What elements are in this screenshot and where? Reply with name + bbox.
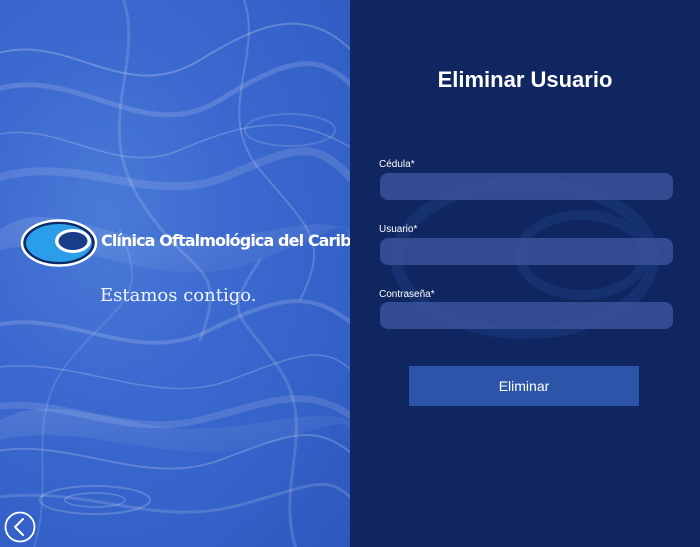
brand-panel: Clínica Oftalmológica del Caribe Estamos…	[0, 0, 350, 547]
usuario-label: Usuario*	[379, 224, 418, 235]
page-title: Eliminar Usuario	[437, 67, 613, 92]
chevron-left-circle-icon[interactable]	[4, 511, 36, 543]
cedula-input[interactable]	[380, 173, 673, 200]
marble-background	[0, 0, 350, 547]
brand-tagline: Estamos contigo.	[100, 285, 257, 306]
form-panel: Eliminar Usuario Cédula* Usuario* Contra…	[350, 0, 700, 547]
password-input[interactable]	[380, 302, 673, 329]
password-label: Contraseña*	[379, 289, 435, 300]
brand-name: Clínica Oftalmológica del Caribe	[101, 231, 350, 250]
usuario-input[interactable]	[380, 238, 673, 265]
brand-logo: Clínica Oftalmológica del Caribe	[20, 219, 350, 267]
eye-logo-icon	[20, 219, 98, 267]
cedula-label: Cédula*	[379, 159, 415, 170]
delete-user-button[interactable]: Eliminar	[409, 366, 639, 406]
